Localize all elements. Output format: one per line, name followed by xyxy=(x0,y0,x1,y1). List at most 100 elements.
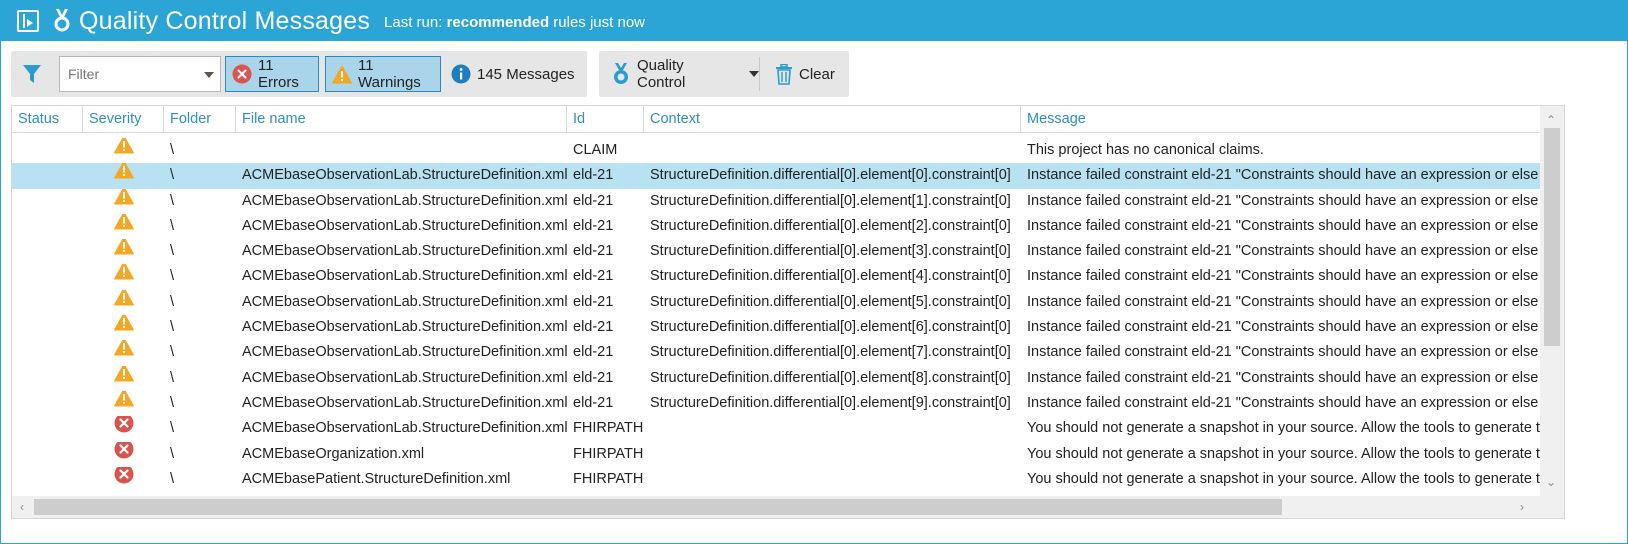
cell-message: Instance failed constraint eld-21 "Const… xyxy=(1027,319,1540,336)
warning-icon xyxy=(113,138,134,163)
cell-folder: \ xyxy=(170,243,175,260)
column-header-context[interactable]: Context xyxy=(644,106,1021,133)
grid-header: Status Severity Folder File name Id Cont… xyxy=(12,106,1540,133)
cell-id: FHIRPATH xyxy=(573,470,644,487)
table-row[interactable]: \ ACMEbaseObservationLab.StructureDefinit… xyxy=(12,289,1540,315)
chevron-down-icon[interactable] xyxy=(749,71,759,77)
cell-severity xyxy=(83,315,164,340)
scroll-right-icon[interactable]: › xyxy=(1520,501,1524,513)
cell-file-name: ACMEbaseObservationLab.StructureDefiniti… xyxy=(242,420,567,437)
horizontal-scrollbar[interactable]: ‹ › xyxy=(12,496,1540,518)
cell-context: StructureDefinition.differential[0].elem… xyxy=(650,192,1011,209)
cell-context xyxy=(644,467,1021,492)
table-row[interactable]: \ ACMEbaseObservationLab.StructureDefinit… xyxy=(12,390,1540,416)
panel-toggle-icon[interactable] xyxy=(17,10,39,32)
cell-context: StructureDefinition.differential[0].elem… xyxy=(650,319,1011,336)
error-icon xyxy=(114,441,134,467)
table-row[interactable]: \ ACMEbaseObservationLab.StructureDefinit… xyxy=(12,315,1540,340)
chevron-down-icon[interactable] xyxy=(204,72,214,78)
cell-folder: \ xyxy=(170,445,175,462)
table-row[interactable]: \ ACMEbasePatient.StructureDefinition.xml… xyxy=(12,466,1540,492)
table-row[interactable]: \ ACMEbaseObservationLab.StructureDefinit… xyxy=(12,188,1540,214)
vertical-scroll-thumb[interactable] xyxy=(1544,128,1560,346)
column-header-folder[interactable]: Folder xyxy=(164,106,236,133)
clear-button[interactable]: Clear xyxy=(775,56,845,92)
cell-message: Instance failed constraint eld-21 "Const… xyxy=(1027,268,1540,285)
vertical-scrollbar[interactable]: ⌃ ⌄ xyxy=(1540,106,1564,494)
cell-status xyxy=(12,366,83,391)
table-row[interactable]: \ ACMEbaseObservationLab.StructureDefinit… xyxy=(12,264,1540,289)
cell-id: eld-21 xyxy=(573,293,614,310)
errors-toggle-button[interactable]: 11 Errors xyxy=(225,56,319,92)
cell-severity xyxy=(83,213,164,239)
cell-id: eld-21 xyxy=(573,394,614,411)
scroll-down-icon[interactable]: ⌄ xyxy=(1546,476,1556,488)
table-row[interactable]: \ ACMEbaseObservationLab.StructureDefinit… xyxy=(12,340,1540,365)
table-row[interactable]: \ ACMEbaseObservationLab.StructureDefinit… xyxy=(12,416,1540,441)
cell-context xyxy=(644,416,1021,441)
warnings-toggle-button[interactable]: 11 Warnings xyxy=(325,56,441,92)
cell-id: eld-21 xyxy=(573,344,614,361)
cell-status xyxy=(12,264,83,289)
messages-grid: Status Severity Folder File name Id Cont… xyxy=(11,105,1565,519)
cell-message: You should not generate a snapshot in yo… xyxy=(1027,445,1540,462)
cell-severity xyxy=(83,138,164,163)
cell-context: StructureDefinition.differential[0].elem… xyxy=(650,344,1011,361)
warning-icon xyxy=(113,239,134,264)
warning-icon xyxy=(113,163,134,188)
scroll-left-icon[interactable]: ‹ xyxy=(20,501,24,513)
trash-icon xyxy=(775,63,793,85)
cell-severity xyxy=(83,390,164,416)
table-row[interactable]: \ ACMEbaseObservationLab.StructureDefinit… xyxy=(12,239,1540,264)
warning-icon xyxy=(332,65,352,84)
cell-context xyxy=(644,442,1021,467)
cell-status xyxy=(12,214,83,239)
scroll-up-icon[interactable]: ⌃ xyxy=(1546,114,1556,126)
cell-folder: \ xyxy=(170,217,175,234)
messages-toggle-button[interactable]: 145 Messages xyxy=(447,56,579,92)
table-row[interactable]: \ ACMEbaseOrganization.xml FHIRPATH You sho… xyxy=(12,441,1540,467)
horizontal-scroll-thumb[interactable] xyxy=(34,499,1282,515)
cell-id: eld-21 xyxy=(573,268,614,285)
cell-message: Instance failed constraint eld-21 "Const… xyxy=(1027,217,1540,234)
cell-file-name: ACMEbaseObservationLab.StructureDefiniti… xyxy=(242,319,567,336)
cell-file-name: ACMEbasePatient.StructureDefinition.xml xyxy=(242,470,511,487)
cell-context: StructureDefinition.differential[0].elem… xyxy=(650,268,1011,285)
cell-id: CLAIM xyxy=(573,142,618,158)
table-row[interactable]: \ ACMEbaseObservationLab.StructureDefinit… xyxy=(12,365,1540,391)
quality-medal-icon xyxy=(611,63,631,85)
column-header-file-name[interactable]: File name xyxy=(236,106,567,133)
warning-icon xyxy=(113,340,134,365)
warning-icon xyxy=(113,213,134,239)
cell-message: Instance failed constraint eld-21 "Const… xyxy=(1027,293,1540,310)
table-row[interactable]: \ ACMEbaseObservationLab.StructureDefinit… xyxy=(12,213,1540,239)
column-header-message[interactable]: Message xyxy=(1021,106,1540,133)
cell-folder: \ xyxy=(170,167,175,184)
filter-icon[interactable] xyxy=(21,63,43,85)
cell-context: StructureDefinition.differential[0].elem… xyxy=(650,293,1011,310)
window-title: Quality Control Messages xyxy=(79,6,371,35)
cell-id: eld-21 xyxy=(573,192,614,209)
actions-toolbar: Quality Control Clear xyxy=(599,51,849,97)
error-icon xyxy=(114,416,134,441)
filter-input[interactable] xyxy=(60,57,190,91)
cell-message: This project has no canonical claims. xyxy=(1027,142,1264,158)
quality-control-button[interactable]: Quality Control xyxy=(609,56,759,92)
cell-file-name: ACMEbaseObservationLab.StructureDefiniti… xyxy=(242,167,567,184)
column-header-severity[interactable]: Severity xyxy=(83,106,164,133)
cell-file-name: ACMEbaseObservationLab.StructureDefiniti… xyxy=(242,369,567,386)
cell-message: You should not generate a snapshot in yo… xyxy=(1027,420,1540,437)
cell-folder: \ xyxy=(170,369,175,386)
cell-message: Instance failed constraint eld-21 "Const… xyxy=(1027,344,1540,361)
table-row[interactable]: \ ACMEbaseObservationLab.StructureDefinit… xyxy=(12,163,1540,189)
cell-context: StructureDefinition.differential[0].elem… xyxy=(650,243,1011,260)
column-header-id[interactable]: Id xyxy=(567,106,644,133)
cell-folder: \ xyxy=(170,293,175,310)
filter-combobox[interactable] xyxy=(59,56,221,92)
cell-severity xyxy=(83,264,164,289)
table-row[interactable]: \ CLAIM This project has no canonical clai… xyxy=(12,138,1540,163)
error-icon xyxy=(232,64,252,84)
cell-file-name xyxy=(236,138,567,163)
cell-status xyxy=(12,138,83,163)
column-header-status[interactable]: Status xyxy=(12,106,83,133)
